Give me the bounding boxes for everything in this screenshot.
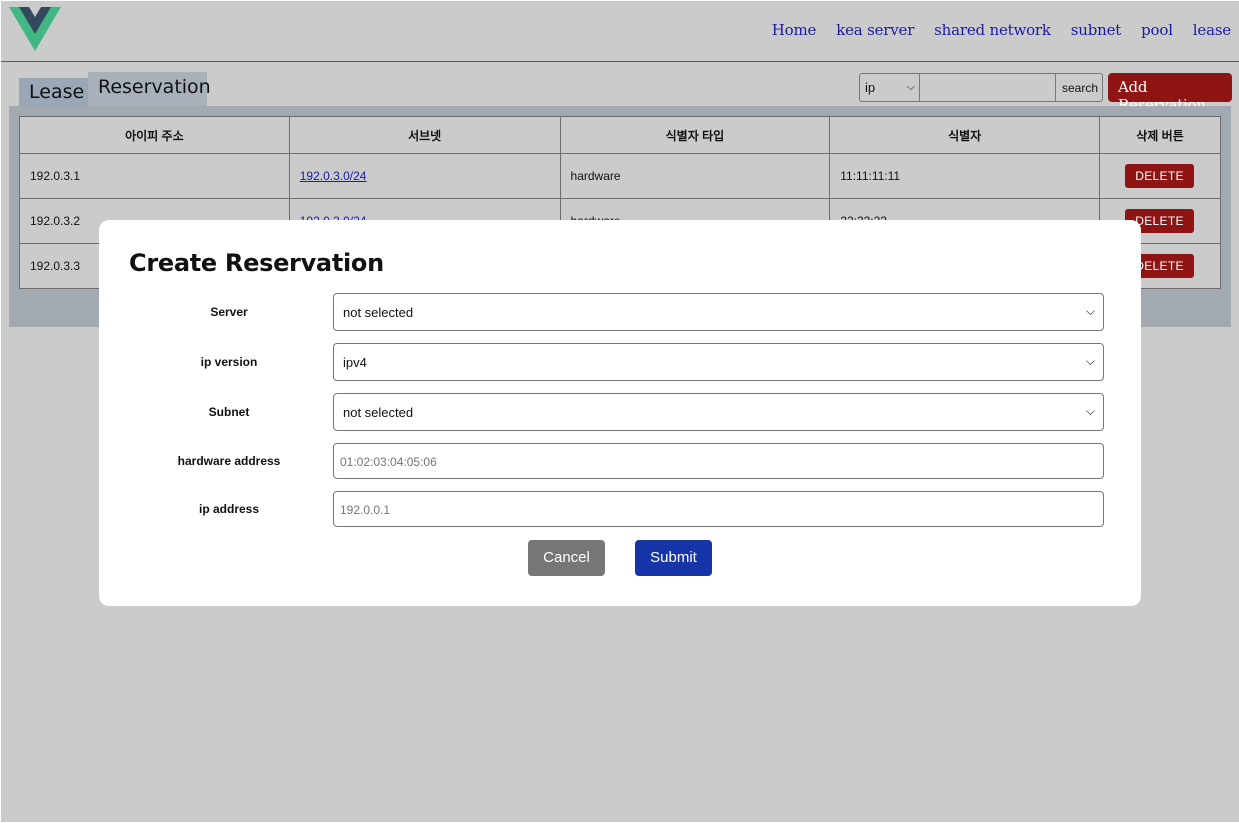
cell-identifier: 11:11:11:11 xyxy=(829,153,1101,199)
nav-kea-server[interactable]: kea server xyxy=(836,21,914,39)
cell-delete: DELETE xyxy=(1099,153,1221,199)
main-nav: Home kea server shared network subnet po… xyxy=(752,21,1231,39)
modal-title: Create Reservation xyxy=(129,249,384,277)
chevron-down-icon: ⌵ xyxy=(1085,304,1095,318)
chevron-down-icon: ⌵ xyxy=(1085,404,1095,418)
column-header-identifier-type: 식별자 타입 xyxy=(559,116,831,154)
table-header-row: 아이피 주소 서브넷 식별자 타입 식별자 삭제 버튼 xyxy=(19,116,1221,154)
column-header-subnet: 서브넷 xyxy=(288,116,561,154)
cell-subnet: 192.0.3.0/24 xyxy=(288,153,561,199)
subnet-select-value: not selected xyxy=(343,405,414,420)
ip-address-label: ip address xyxy=(198,502,260,516)
table-row: 192.0.3.1 192.0.3.0/24 hardware 11:11:11… xyxy=(19,153,1221,199)
create-reservation-modal: Create Reservation Server not selected ⌵… xyxy=(99,220,1141,606)
cell-ip: 192.0.3.1 xyxy=(19,153,290,199)
nav-lease[interactable]: lease xyxy=(1193,21,1231,39)
nav-subnet[interactable]: subnet xyxy=(1071,21,1122,39)
search-input[interactable] xyxy=(919,73,1056,102)
top-header: Home kea server shared network subnet po… xyxy=(1,1,1239,62)
nav-shared-network[interactable]: shared network xyxy=(934,21,1051,39)
server-label: Server xyxy=(210,305,248,319)
cell-identifier-type: hardware xyxy=(559,153,831,199)
page: Home kea server shared network subnet po… xyxy=(1,1,1239,822)
subnet-label: Subnet xyxy=(208,405,250,419)
column-header-ip: 아이피 주소 xyxy=(19,116,290,154)
subnet-link[interactable]: 192.0.3.0/24 xyxy=(300,169,367,183)
search-field-value: ip xyxy=(865,80,876,95)
hardware-address-label: hardware address xyxy=(177,454,281,468)
ip-version-select[interactable]: ipv4 ⌵ xyxy=(333,343,1104,381)
tab-reservation[interactable]: Reservation xyxy=(88,72,211,106)
server-select-value: not selected xyxy=(343,305,414,320)
chevron-down-icon: ⌵ xyxy=(906,81,915,93)
column-header-delete: 삭제 버튼 xyxy=(1099,116,1221,154)
hardware-address-input[interactable]: 01:02:03:04:05:06 xyxy=(333,443,1104,479)
subnet-select[interactable]: not selected ⌵ xyxy=(333,393,1104,431)
ip-version-select-value: ipv4 xyxy=(343,355,367,370)
ip-address-input[interactable]: 192.0.0.1 xyxy=(333,491,1104,527)
delete-button[interactable]: DELETE xyxy=(1125,164,1194,188)
search-button[interactable]: search xyxy=(1055,73,1103,102)
ip-version-label: ip version xyxy=(200,355,258,369)
cancel-button[interactable]: Cancel xyxy=(528,540,605,576)
add-reservation-button[interactable]: Add Reservation xyxy=(1108,73,1232,114)
search-field-select[interactable]: ip ⌵ xyxy=(859,73,920,102)
submit-button[interactable]: Submit xyxy=(635,540,712,576)
server-select[interactable]: not selected ⌵ xyxy=(333,293,1104,331)
nav-home[interactable]: Home xyxy=(772,21,817,39)
nav-pool[interactable]: pool xyxy=(1141,21,1173,39)
column-header-identifier: 식별자 xyxy=(829,116,1101,154)
vue-logo-icon[interactable] xyxy=(9,7,61,51)
chevron-down-icon: ⌵ xyxy=(1085,354,1095,368)
tab-lease[interactable]: Lease xyxy=(19,78,88,106)
